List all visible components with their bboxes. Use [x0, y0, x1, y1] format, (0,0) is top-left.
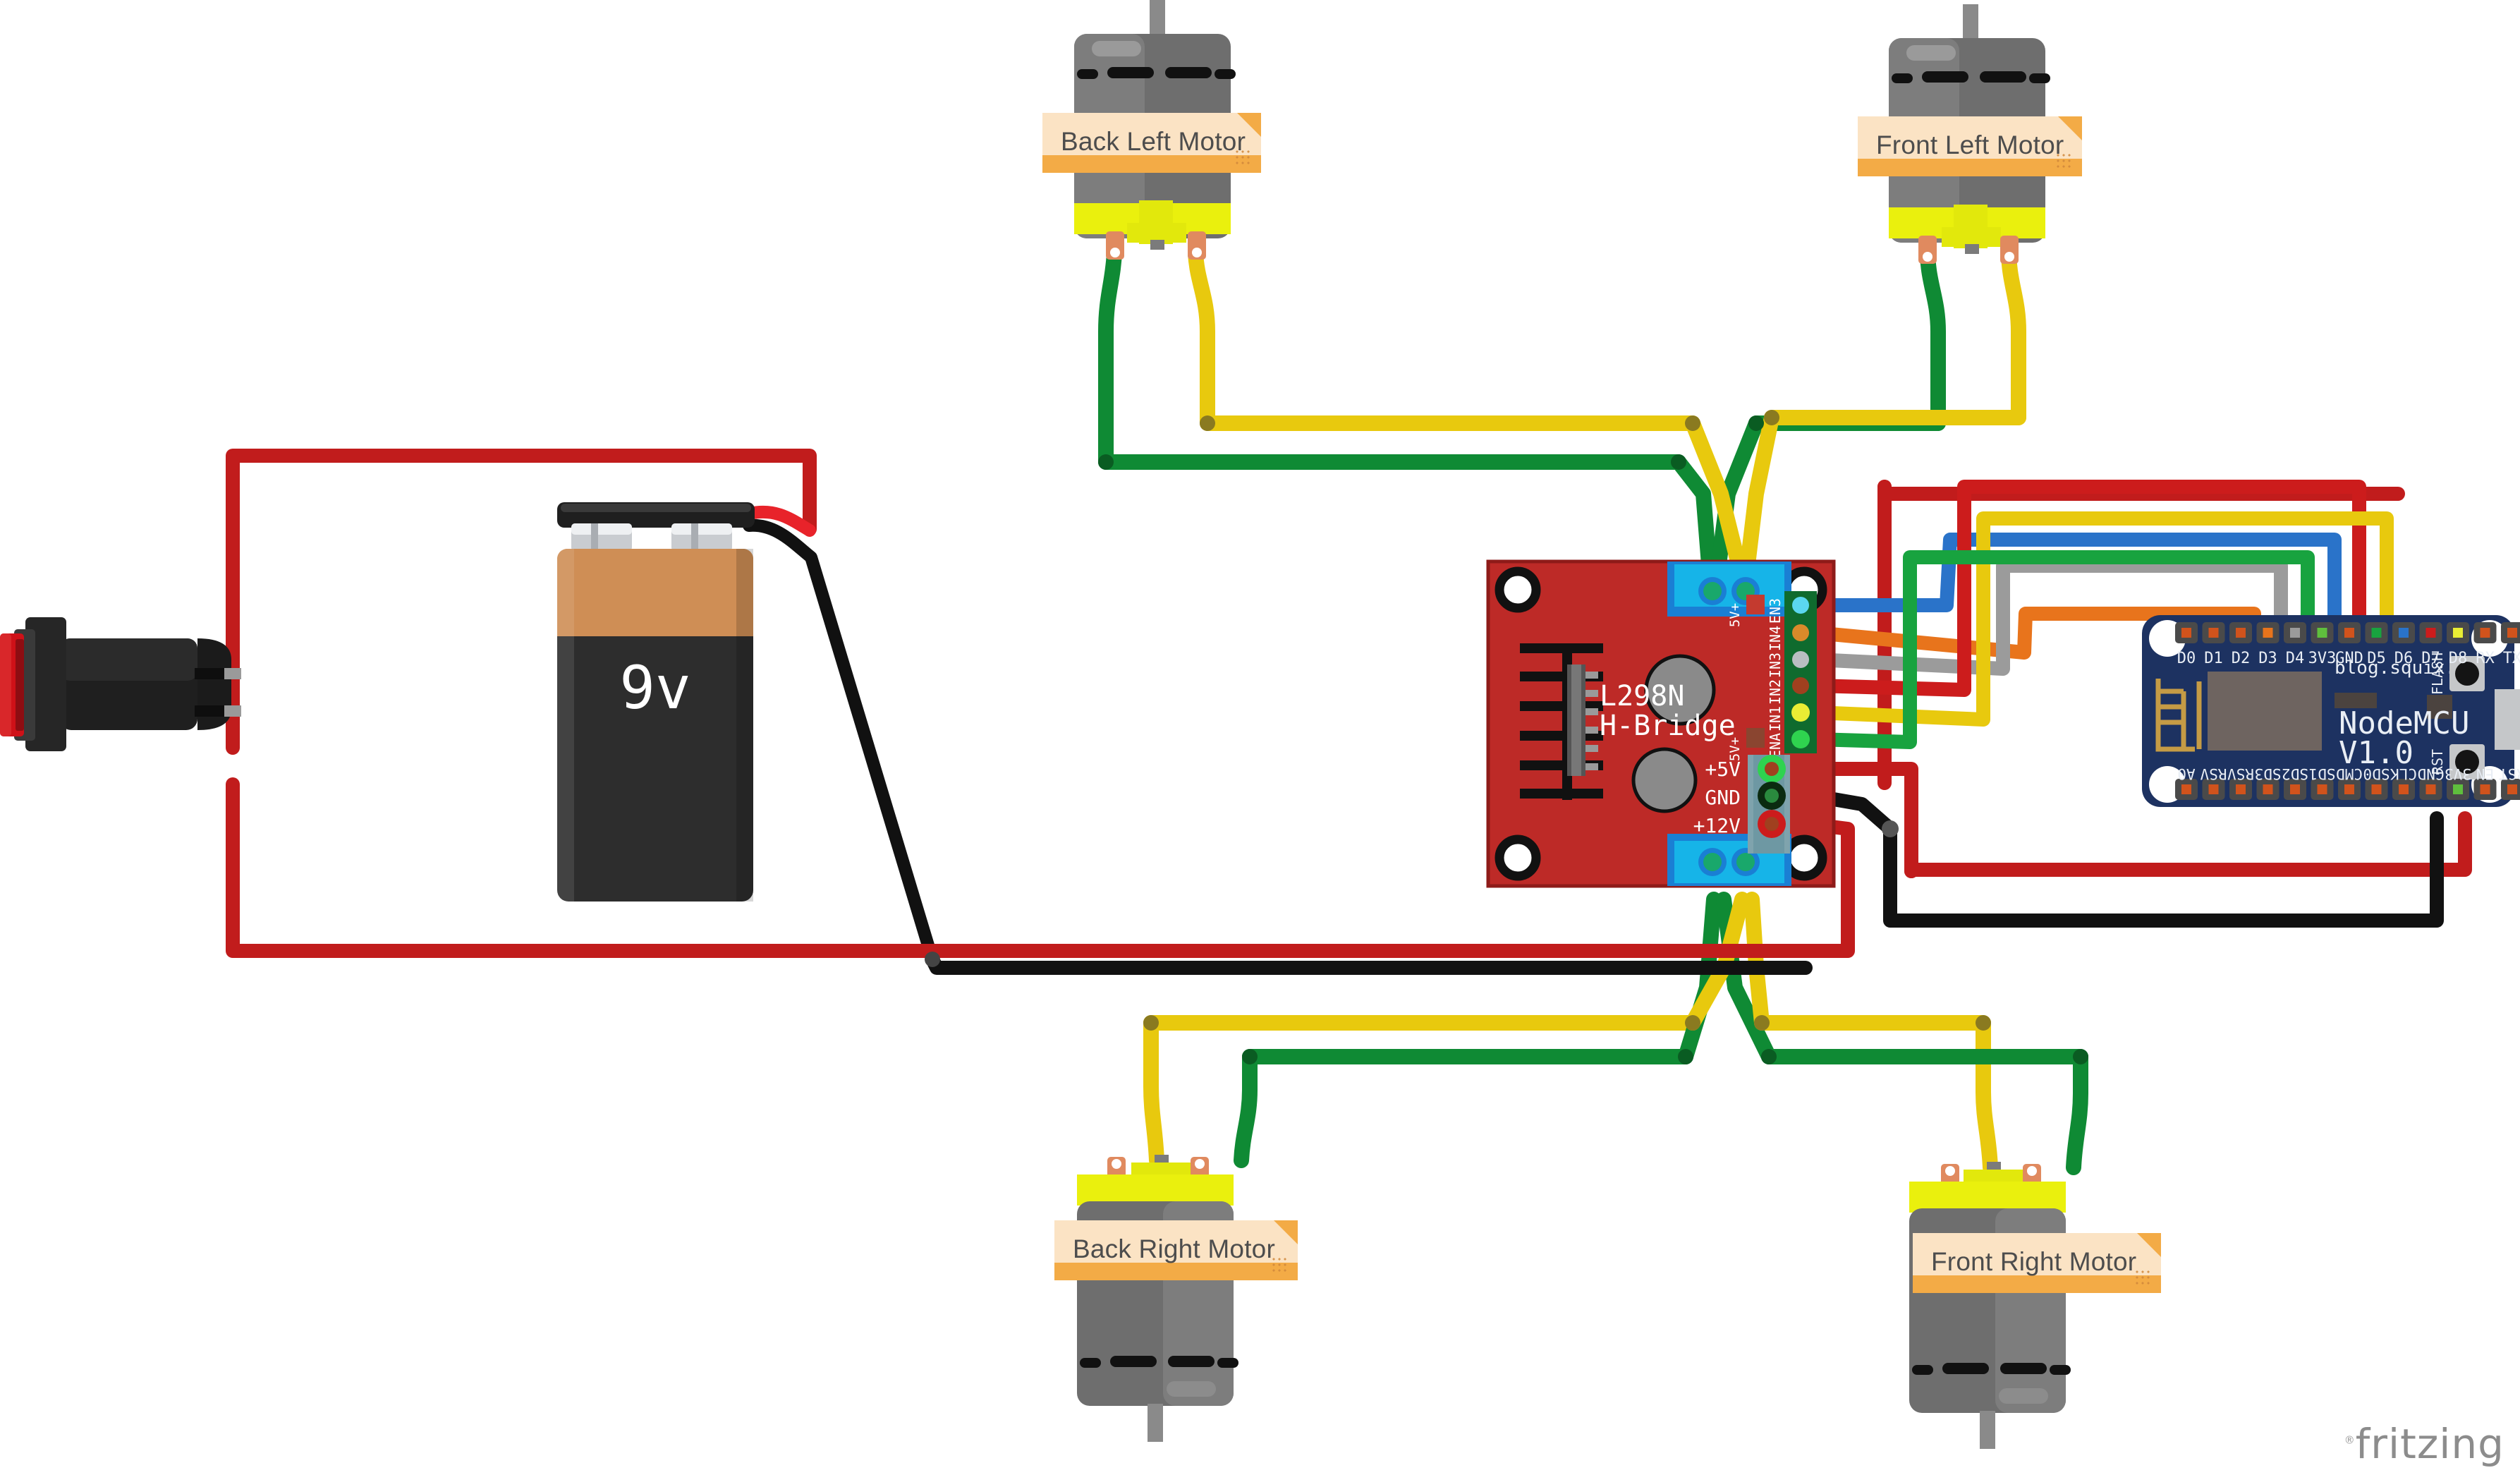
- nodemcu-pin-label-d0: D0: [2177, 650, 2196, 667]
- nodemcu-pin-label-rsv-bottom: RSV: [2227, 765, 2254, 782]
- fritzing-watermark: ®fritzing: [2344, 1420, 2504, 1468]
- pin-pad: [2290, 784, 2300, 794]
- nodemcu-pin-label-clk-bottom: CLK: [2390, 765, 2417, 782]
- pin-pad: [2425, 784, 2436, 794]
- nodemcu-pin-label-3v3-bottom: 3V3: [2445, 765, 2471, 782]
- nodemcu-pin-label-tx: TX: [2503, 650, 2520, 667]
- led-5v-bottom: [1746, 728, 1765, 748]
- nodemcu-pin-label-d3: D3: [2258, 650, 2277, 667]
- pin-pad: [2290, 628, 2300, 638]
- pin-pad: [2507, 628, 2517, 638]
- nodemcu-pin-label-sd1-bottom: SD1: [2309, 765, 2336, 782]
- l298n-driver-board[interactable]: L298N H-Bridge EN3 IN4 IN3 IN2 IN1 ENA 5…: [1486, 559, 1836, 888]
- esp8266-shield: [2208, 672, 2322, 751]
- note-grip-dots: [1234, 149, 1251, 166]
- motor-back-right[interactable]: [1077, 1155, 1238, 1442]
- pin-pad: [2399, 628, 2409, 638]
- usb-connector[interactable]: [2495, 689, 2520, 750]
- nodemcu-board[interactable]: blog.squix.ch NodeMCU V1.0 FLASH RST D0 D…: [2142, 615, 2520, 807]
- pin-pad: [2425, 628, 2436, 638]
- fritzing-canvas: 9v L298N H-Bridge EN3 IN4 IN3 IN2 IN1 EN…: [0, 0, 2520, 1475]
- nodemcu-pin-label-rsv-bottom: RSV: [2200, 765, 2227, 782]
- nodemcu-pin-label-a0-bottom: A0: [2177, 765, 2195, 782]
- pin-pad: [2208, 784, 2219, 794]
- led-5v-top: [1746, 595, 1765, 614]
- nodemcu-pin-label-d6: D6: [2394, 650, 2414, 667]
- pin-pad: [2317, 628, 2327, 638]
- pin-pad: [2453, 628, 2463, 638]
- motor-front-right[interactable]: [1909, 1162, 2071, 1449]
- nodemcu-pin-label-rst-bottom: RST: [2499, 765, 2520, 782]
- nodemcu-pin-label-d1: D1: [2204, 650, 2223, 667]
- fritzing-logo-text: fritzing: [2355, 1420, 2504, 1468]
- trademark-symbol: ®: [2344, 1433, 2356, 1447]
- pin-pad: [2371, 628, 2382, 638]
- nodemcu-pin-label-d4: D4: [2286, 650, 2305, 667]
- note-text: Front Left Motor: [1876, 130, 2064, 159]
- nodemcu-pin-label-en-bottom: EN: [2476, 765, 2494, 782]
- driver-label-12v: +12V: [1693, 814, 1741, 837]
- nodemcu-pin-label-d2: D2: [2232, 650, 2251, 667]
- note-text: Back Left Motor: [1061, 127, 1246, 156]
- pin-pad: [2507, 784, 2517, 794]
- nodemcu-pin-label-cmd-bottom: CMD: [2336, 765, 2363, 782]
- note-back-left-motor[interactable]: Back Left Motor: [1042, 113, 1261, 173]
- nodemcu-pin-label-rx: RX: [2476, 650, 2495, 667]
- battery-label: 9v: [619, 653, 690, 722]
- driver-silkscreen-line2: H-Bridge: [1600, 710, 1736, 742]
- pin-pad: [2399, 784, 2409, 794]
- nodemcu-pin-label-sd2-bottom: SD2: [2282, 765, 2308, 782]
- driver-pin-label-en3: EN3: [1767, 598, 1784, 624]
- note-grip-dots: [2055, 152, 2072, 169]
- note-band: [1054, 1262, 1298, 1280]
- battery-9v[interactable]: 9v: [557, 502, 755, 902]
- driver-silkscreen-line1: L298N: [1600, 680, 1684, 712]
- driver-pin-label-in4: IN4: [1767, 626, 1784, 651]
- nodemcu-pin-label-3v3: 3V3: [2308, 650, 2337, 667]
- nodemcu-pin-label-gnd-bottom: GND: [2418, 765, 2445, 782]
- pin-pad: [2344, 628, 2354, 638]
- note-band: [1913, 1275, 2161, 1293]
- nodemcu-pin-label-d7: D7: [2421, 650, 2440, 667]
- driver-pin-label-in3: IN3: [1767, 652, 1784, 678]
- driver-pin-label-in2: IN2: [1767, 679, 1784, 705]
- nodemcu-pin-label-d8: D8: [2449, 650, 2468, 667]
- pin-pad: [2181, 784, 2191, 794]
- pin-pad: [2480, 628, 2490, 638]
- nodemcu-pin-label-d5: D5: [2367, 650, 2386, 667]
- driver-label-gnd: GND: [1705, 786, 1741, 809]
- pin-pad: [2181, 628, 2191, 638]
- pin-pad: [2453, 784, 2463, 794]
- driver-pin-label-ena: ENA: [1767, 733, 1784, 758]
- pin-pad: [2480, 784, 2490, 794]
- pin-pad: [2208, 628, 2219, 638]
- pin-pad: [2236, 784, 2246, 794]
- note-front-left-motor[interactable]: Front Left Motor: [1858, 116, 2082, 176]
- note-front-right-motor[interactable]: Front Right Motor: [1913, 1233, 2161, 1293]
- pin-pad: [2236, 628, 2246, 638]
- driver-pin-label-in1: IN1: [1767, 706, 1784, 732]
- pin-pad: [2344, 784, 2354, 794]
- driver-led-label-top: 5V+: [1727, 603, 1743, 627]
- note-grip-dots: [2134, 1269, 2151, 1286]
- nodemcu-pin-label-sd0-bottom: SD0: [2363, 765, 2390, 782]
- note-text: Back Right Motor: [1073, 1234, 1275, 1263]
- note-band: [1042, 154, 1261, 173]
- capacitor: [1631, 747, 1698, 813]
- driver-label-5v: +5V: [1705, 758, 1741, 781]
- note-back-right-motor[interactable]: Back Right Motor: [1054, 1220, 1298, 1280]
- nodemcu-pin-label-gnd: GND: [2335, 650, 2363, 667]
- nodemcu-pin-label-sd3-bottom: SD3: [2255, 765, 2282, 782]
- pin-pad: [2317, 784, 2327, 794]
- note-text: Front Right Motor: [1931, 1247, 2137, 1276]
- rocker-switch[interactable]: [0, 617, 241, 753]
- pin-pad: [2371, 784, 2382, 794]
- note-band: [1858, 158, 2082, 176]
- pin-pad: [2263, 784, 2273, 794]
- pin-pad: [2263, 628, 2273, 638]
- note-grip-dots: [1271, 1256, 1288, 1273]
